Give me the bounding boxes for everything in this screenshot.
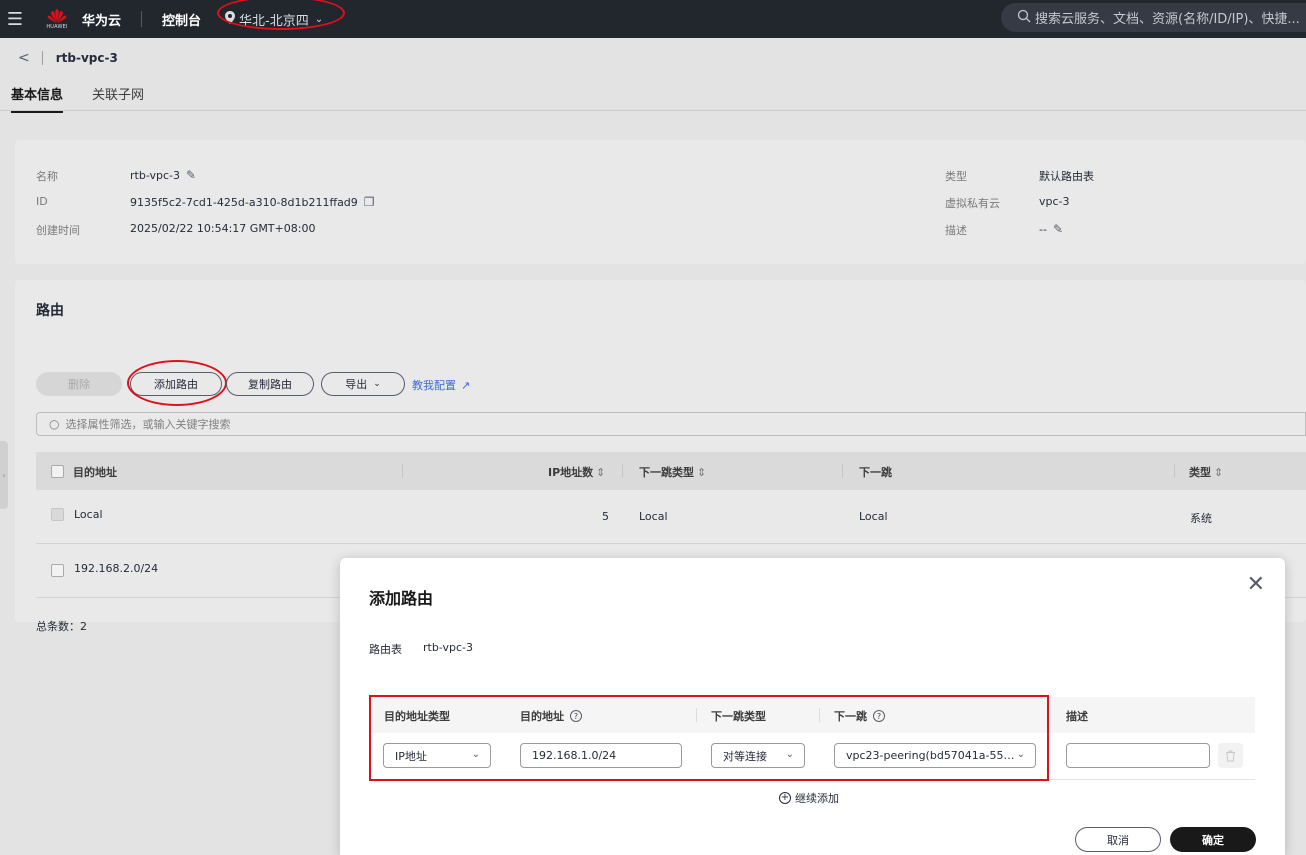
edit-icon[interactable]: ✎ [186, 168, 196, 182]
basic-info-card: 名称 rtb-vpc-3 ✎ ID 9135f5c2-7cd1-425d-a31… [15, 140, 1306, 264]
edit-icon[interactable]: ✎ [1053, 222, 1063, 236]
breadcrumb-divider [41, 51, 43, 65]
cell-ip-count[interactable]: 5 [602, 510, 609, 523]
cell-type: 系统 [1190, 512, 1212, 525]
col-divider [842, 464, 843, 478]
export-label: 导出 [345, 378, 368, 391]
nav-divider [141, 11, 143, 27]
created-label: 创建时间 [36, 224, 80, 237]
description-input[interactable] [1066, 743, 1210, 768]
route-table-label: 路由表 [369, 643, 402, 656]
plus-circle-icon: + [779, 792, 791, 804]
cell-next-type: Local [639, 510, 668, 523]
col-next-type: 下一跳类型 [639, 466, 694, 479]
col-divider [622, 464, 623, 478]
copy-route-button[interactable]: 复制路由 [226, 372, 314, 396]
global-search-placeholder: 搜索云服务、文档、资源(名称/ID/IP)、快捷... [1035, 12, 1300, 27]
external-link-icon: ↗ [461, 378, 471, 392]
vpc-label: 虚拟私有云 [945, 197, 1000, 210]
id-value: 9135f5c2-7cd1-425d-a310-8d1b211ffad9 [130, 195, 358, 209]
filter-input[interactable]: ○ 选择属性筛选，或输入关键字搜索 [36, 412, 1306, 436]
tab-underline [0, 110, 1306, 111]
tab-bar: 基本信息 关联子网 [11, 84, 173, 113]
dialog-title: 添加路由 [369, 589, 434, 608]
col-dest: 目的地址 [73, 466, 117, 479]
breadcrumb: < rtb-vpc-3 [18, 50, 118, 66]
copy-icon[interactable]: ❐ [364, 195, 375, 209]
global-search-input[interactable]: 搜索云服务、文档、资源(名称/ID/IP)、快捷... [1001, 3, 1306, 32]
cell-dest: 192.168.2.0/24 [74, 562, 159, 575]
red-annotation-ring [217, 0, 346, 30]
sort-icon[interactable]: ⇕ [697, 466, 706, 479]
tab-basic-info[interactable]: 基本信息 [11, 84, 64, 113]
add-more-label: 继续添加 [795, 792, 839, 805]
add-route-dialog: 添加路由 ✕ 路由表 rtb-vpc-3 目的地址类型 目的地址? 下一跳类型 … [340, 558, 1285, 855]
red-annotation-box [369, 695, 1049, 781]
confirm-button[interactable]: 确定 [1170, 827, 1256, 852]
huawei-logo[interactable]: HUAWEI 华为云 [44, 6, 121, 32]
created-value: 2025/02/22 10:54:17 GMT+08:00 [130, 222, 316, 235]
delete-row-icon [1218, 743, 1243, 768]
logo-text: HUAWEI [46, 24, 68, 30]
tab-associated-subnets[interactable]: 关联子网 [92, 84, 144, 113]
col-divider [1174, 464, 1175, 478]
red-annotation-ring [127, 360, 227, 406]
delete-button[interactable]: 删除 [36, 372, 122, 396]
search-icon: ○ [49, 417, 60, 431]
select-all-checkbox[interactable] [51, 465, 64, 478]
table-header: 目的地址 IP地址数 ⇕ 下一跳类型 ⇕ 下一跳 类型 ⇕ [36, 452, 1306, 490]
vpc-link[interactable]: vpc-3 [1039, 195, 1070, 208]
sidebar-expand-handle[interactable]: › [0, 441, 8, 509]
sort-icon[interactable]: ⇕ [596, 466, 605, 479]
col-description: 描述 [1066, 710, 1088, 723]
route-table-value: rtb-vpc-3 [423, 641, 473, 654]
brand-name: 华为云 [82, 13, 122, 29]
total-count: 总条数：2 [36, 620, 87, 633]
desc-value: -- [1039, 222, 1047, 236]
back-arrow-icon[interactable]: < [18, 50, 30, 66]
chevron-down-icon: ⌄ [373, 379, 381, 389]
table-row: Local 5 Local Local 系统 [36, 490, 1306, 544]
section-title: 路由 [36, 303, 64, 319]
type-label: 类型 [945, 170, 967, 183]
region-selector[interactable]: 华北-北京四 ⌄ [217, 0, 346, 30]
huawei-petal-icon [47, 9, 67, 23]
search-icon [1017, 9, 1031, 27]
guide-label: 教我配置 [412, 379, 456, 392]
filter-placeholder: 选择属性筛选，或输入关键字搜索 [65, 418, 231, 431]
console-link[interactable]: 控制台 [162, 10, 201, 29]
col-next-hop: 下一跳 [859, 466, 892, 479]
cell-next-hop: Local [859, 510, 888, 523]
desc-label: 描述 [945, 224, 967, 237]
row-checkbox[interactable] [51, 564, 64, 577]
name-value: rtb-vpc-3 [130, 168, 180, 182]
add-more-button[interactable]: + 继续添加 [779, 790, 839, 806]
page-title: rtb-vpc-3 [55, 51, 118, 65]
row-checkbox [51, 508, 64, 521]
close-icon[interactable]: ✕ [1247, 572, 1265, 597]
col-divider [402, 464, 403, 478]
col-type: 类型 [1189, 466, 1211, 479]
guide-link[interactable]: 教我配置 ↗ [412, 377, 470, 393]
id-label: ID [36, 195, 48, 208]
menu-icon[interactable]: ☰ [0, 0, 30, 38]
cell-dest: Local [74, 508, 103, 521]
sort-icon[interactable]: ⇕ [1214, 466, 1223, 479]
type-value: 默认路由表 [1039, 170, 1094, 183]
name-label: 名称 [36, 170, 58, 183]
col-ip-count: IP地址数 [548, 466, 594, 479]
export-dropdown[interactable]: 导出 ⌄ [321, 372, 405, 396]
top-nav: ☰ HUAWEI 华为云 控制台 华北-北京四 ⌄ 搜索云服务、文档、资源(名称… [0, 0, 1306, 38]
cancel-button[interactable]: 取消 [1075, 827, 1161, 852]
